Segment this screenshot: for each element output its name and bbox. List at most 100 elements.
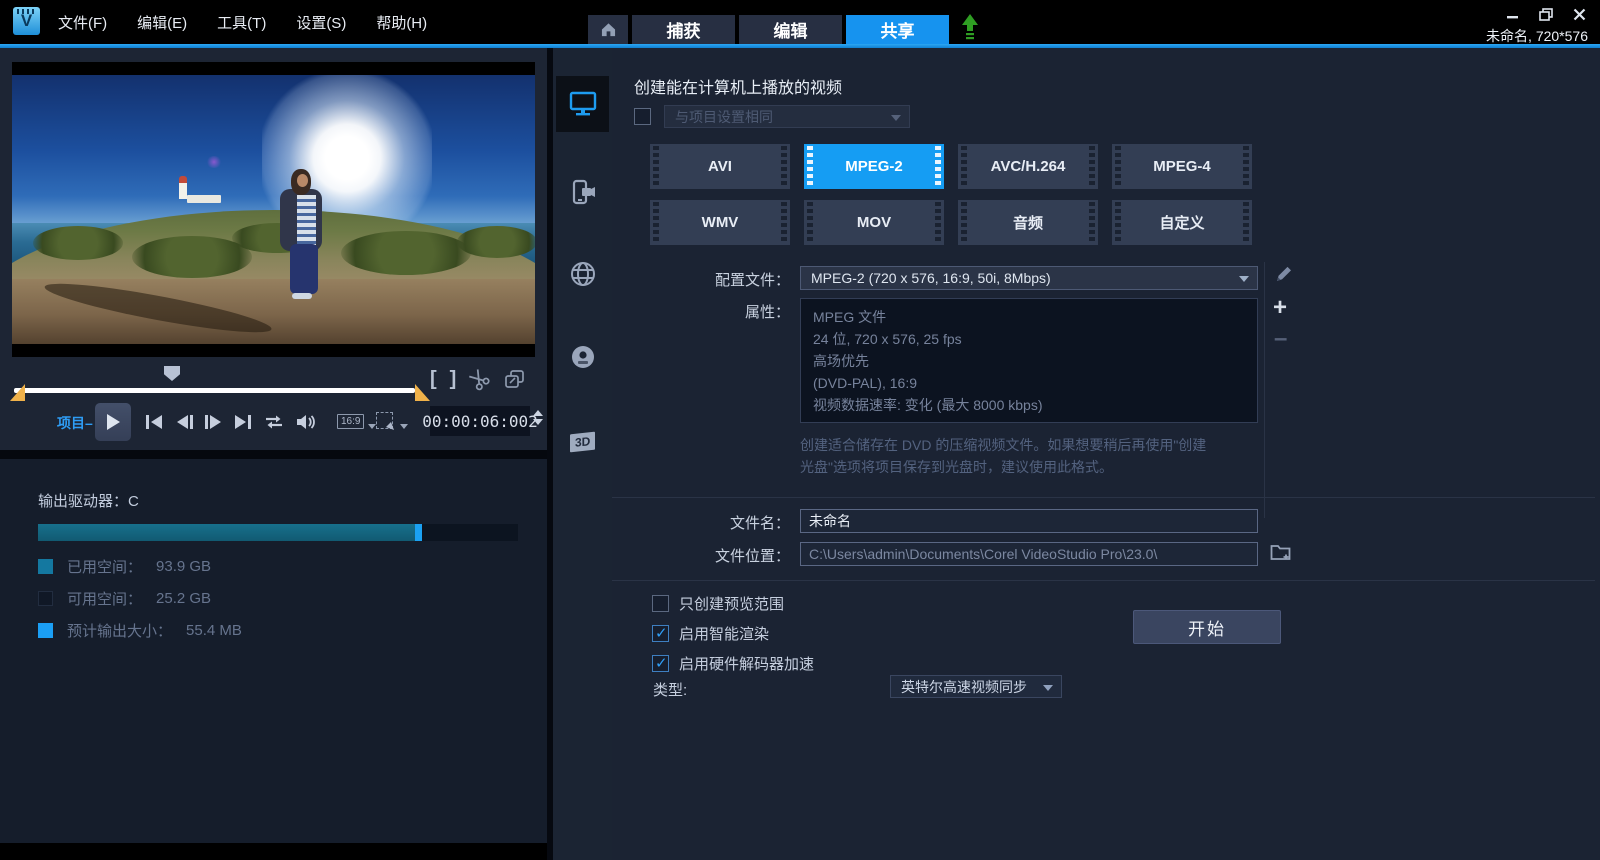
trim-track[interactable] (14, 388, 415, 393)
video-frame (12, 75, 535, 344)
menu-tools[interactable]: 工具(T) (217, 12, 266, 33)
split-clip-icon[interactable] (465, 364, 496, 395)
used-space-swatch (38, 559, 53, 574)
aspect-caret-icon[interactable] (368, 424, 376, 429)
go-end-button[interactable] (229, 408, 257, 436)
app-logo-icon: V (13, 7, 40, 35)
legend-estimate: 预计输出大小： 55.4 MB (38, 620, 242, 641)
tab-capture[interactable]: 捕获 (632, 15, 735, 44)
browse-folder-button[interactable] (1270, 542, 1292, 562)
video-preview (12, 62, 535, 357)
playback-mode-project[interactable]: 项目– (57, 413, 93, 433)
filename-input[interactable] (800, 509, 1258, 533)
property-line: 视频数据速率: 变化 (最大 8000 kbps) (813, 394, 1245, 416)
previous-frame-button[interactable] (171, 408, 199, 436)
preview-panel: [ ] 项目– (0, 48, 547, 860)
format-wmv-button[interactable]: WMV (650, 200, 790, 245)
edit-profile-button[interactable] (1274, 264, 1294, 284)
minus-icon: – (1274, 334, 1287, 344)
add-profile-button[interactable]: + (1273, 298, 1287, 318)
format-custom-button[interactable]: 自定义 (1112, 200, 1252, 245)
next-frame-button[interactable] (199, 408, 227, 436)
tab-share[interactable]: 共享 (846, 15, 949, 44)
estimated-size-swatch (38, 623, 53, 638)
trim-bar[interactable] (10, 381, 430, 401)
menu-file[interactable]: 文件(F) (58, 12, 107, 33)
same-as-project-checkbox[interactable] (634, 108, 651, 125)
window-controls (1506, 8, 1586, 21)
format-avc-h264-button[interactable]: AVC/H.264 (958, 144, 1098, 189)
category-device-button[interactable] (556, 164, 609, 220)
remove-profile-button[interactable]: – (1274, 334, 1287, 344)
filename-label: 文件名： (612, 512, 790, 533)
play-button[interactable] (95, 403, 131, 441)
preview-range-checkbox[interactable] (652, 595, 669, 612)
video-bush (457, 226, 535, 258)
3d-icon: 3D (570, 432, 595, 453)
minimize-icon[interactable] (1506, 9, 1519, 21)
save-trimmed-video-icon[interactable] (504, 369, 525, 389)
format-mpeg4-button[interactable]: MPEG-4 (1112, 144, 1252, 189)
timecode-spinner[interactable] (533, 410, 543, 425)
pencil-icon (1274, 264, 1294, 284)
category-computer-button[interactable] (556, 76, 609, 132)
export-arrow-icon[interactable] (961, 14, 979, 45)
preview-range-label: 只创建预览范围 (679, 593, 784, 614)
format-mov-button[interactable]: MOV (804, 200, 944, 245)
loop-button[interactable] (260, 408, 288, 436)
video-lens-flare (206, 156, 222, 168)
mark-in-button[interactable]: [ (430, 368, 437, 390)
playhead-marker[interactable] (164, 366, 180, 381)
category-web-button[interactable] (556, 246, 609, 302)
category-disc-button[interactable] (556, 329, 609, 385)
menu-edit[interactable]: 编辑(E) (137, 12, 187, 33)
person-face (297, 174, 308, 187)
tab-edit[interactable]: 编辑 (739, 15, 842, 44)
divider (612, 580, 1595, 581)
hw-decode-label: 启用硬件解码器加速 (679, 653, 814, 674)
timecode-down-icon[interactable] (533, 419, 543, 425)
type-dropdown[interactable]: 英特尔高速视频同步 (890, 675, 1062, 698)
go-start-button[interactable] (140, 408, 168, 436)
smart-render-checkbox[interactable] (652, 625, 669, 642)
video-bush (33, 226, 123, 260)
option-smart-render: 启用智能渲染 (652, 623, 769, 644)
restore-icon[interactable] (1539, 8, 1553, 21)
folder-add-icon (1270, 542, 1292, 562)
timecode-display[interactable]: 00:00:06:002 (430, 406, 530, 436)
profile-dropdown[interactable]: MPEG-2 (720 x 576, 16:9, 50i, 8Mbps) (800, 266, 1258, 290)
start-button[interactable]: 开始 (1133, 610, 1281, 644)
legend-used: 已用空间： 93.9 GB (38, 556, 211, 577)
menu-help[interactable]: 帮助(H) (376, 12, 427, 33)
panel-divider (0, 450, 547, 459)
menu-settings[interactable]: 设置(S) (296, 12, 346, 33)
selection-tool-button[interactable] (376, 412, 393, 429)
same-as-project-dropdown[interactable]: 与项目设置相同 (664, 105, 910, 128)
drive-usage-bar (38, 524, 518, 541)
format-mpeg2-button[interactable]: MPEG-2 (804, 144, 944, 189)
accent-line (0, 44, 1600, 48)
mark-out-button[interactable]: ] (450, 368, 457, 390)
timecode-up-icon[interactable] (533, 410, 543, 416)
format-avi-button[interactable]: AVI (650, 144, 790, 189)
trim-handle-end[interactable] (415, 384, 430, 401)
hw-decode-checkbox[interactable] (652, 655, 669, 672)
properties-box: MPEG 文件 24 位, 720 x 576, 25 fps 高场优先 (DV… (800, 298, 1258, 423)
filepath-input[interactable] (800, 542, 1258, 566)
format-audio-button[interactable]: 音频 (958, 200, 1098, 245)
page-title: 创建能在计算机上播放的视频 (634, 74, 842, 98)
free-space-label: 可用空间： (67, 588, 142, 609)
volume-button[interactable] (292, 408, 320, 436)
panel-bottom-edge (0, 843, 547, 860)
trim-handle-start[interactable] (10, 384, 25, 401)
chevron-down-icon (891, 115, 901, 121)
estimated-size-value: 55.4 MB (186, 622, 242, 639)
selection-tool-caret-icon[interactable] (400, 424, 408, 429)
globe-icon (569, 260, 597, 288)
output-drive-title: 输出驱动器：C (38, 490, 139, 511)
tab-home[interactable] (588, 15, 628, 44)
close-icon[interactable] (1573, 8, 1586, 21)
category-3d-button[interactable]: 3D (556, 414, 609, 470)
option-hw-decode: 启用硬件解码器加速 (652, 653, 814, 674)
aspect-ratio-button[interactable]: 16:9 (337, 414, 364, 429)
